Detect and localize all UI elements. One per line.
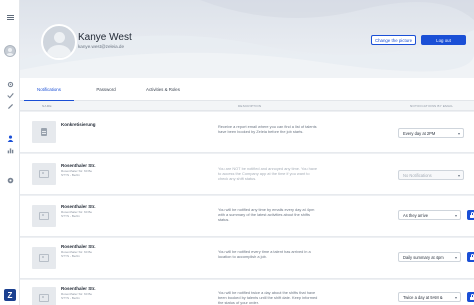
pencil-icon[interactable] [5,101,15,111]
row-subtitle: Rosenthaler Str. 60 Be STYS - Berlin [61,250,93,258]
image-placeholder-icon [32,287,56,305]
chart-icon[interactable] [5,145,15,155]
chevron-down-icon: ▾ [457,131,460,136]
tab-bar: Notifications Password Activities & Role… [20,78,474,101]
row-description: Receive a report email where you can fin… [218,124,317,134]
chevron-down-icon: ▾ [454,295,457,300]
table-row: Konkretisierung Receive a report email w… [20,112,474,153]
select-value: No Notifications [403,172,432,178]
document-icon [32,121,56,143]
tab-password[interactable]: Password [80,78,132,101]
column-header-name: NAME [42,104,52,108]
table-row: Rosenthaler Str. Rosenthaler Str. 60 Be … [20,280,474,305]
app-logo[interactable]: Z [4,289,16,301]
select-value: Daily summary at 4pm [403,254,444,260]
lock-button[interactable] [467,292,474,302]
check-icon[interactable] [5,90,15,100]
lock-icon [470,294,474,300]
row-description: You will be notified twice a day about t… [218,290,318,305]
row-title: Rosenthaler Str. [61,163,96,168]
image-placeholder-icon [32,163,56,185]
lock-button[interactable] [467,210,474,220]
row-title: Rosenthaler Str. [61,204,96,209]
lock-icon [470,254,474,260]
column-header-notifications: NOTIFICATIONS BY EMAIL [410,104,454,108]
app: Z Kanye West kanye.west@zeleia.de Change… [0,0,474,305]
row-subtitle: Rosenthaler Str. 60 Be STYS - Berlin [61,169,93,177]
person-icon[interactable] [5,133,15,143]
row-title: Rosenthaler Str. [61,286,96,291]
menu-icon[interactable] [5,12,15,22]
avatar[interactable] [4,45,16,57]
lock-icon [470,212,474,218]
notification-frequency-select[interactable]: Daily summary at 4pm ▾ [398,252,461,262]
row-subtitle: Rosenthaler Str. 60 Be STYS - Berlin [61,210,93,218]
row-subtitle: Rosenthaler Str. 60 Be STYS - Berlin [61,292,93,300]
change-picture-button[interactable]: Change the picture [371,35,416,45]
logo-letter: Z [7,290,13,300]
notification-frequency-select[interactable]: As they arrive ▾ [398,210,461,220]
notifications-table: NAME DESCRIPTION NOTIFICATIONS BY EMAIL … [20,101,474,305]
row-description: You are NOT be notified and annoyed any … [218,166,318,181]
sidebar: Z [0,0,20,305]
table-header: NAME DESCRIPTION NOTIFICATIONS BY EMAIL [20,101,474,111]
profile-avatar [41,24,77,60]
tab-activities-roles[interactable]: Activities & Roles [136,78,190,101]
tab-notifications[interactable]: Notifications [22,78,76,101]
notification-frequency-select[interactable]: Twice a day at 9AM & ▾ [398,292,461,302]
select-value: As they arrive [403,212,429,218]
image-placeholder-icon [32,247,56,269]
column-header-description: DESCRIPTION [238,104,262,108]
table-row: Rosenthaler Str. Rosenthaler Str. 60 Be … [20,196,474,237]
user-email: kanye.west@zeleia.de [78,44,125,49]
notification-frequency-select[interactable]: Every day at 2PM ▾ [398,128,464,138]
user-name: Kanye West [78,32,132,43]
row-title: Konkretisierung [61,122,96,127]
profile-header: Kanye West kanye.west@zeleia.de Change t… [20,0,474,78]
select-value: Twice a day at 9AM & [403,294,443,300]
row-title: Rosenthaler Str. [61,244,96,249]
chevron-down-icon: ▾ [454,213,457,218]
row-description: You will be notified any time by emails … [218,207,315,222]
settings-icon[interactable] [5,79,15,89]
row-description: You will be notified every time a talent… [218,249,311,259]
notification-frequency-select[interactable]: No Notifications ▾ [398,170,464,180]
select-value: Every day at 2PM [403,130,436,136]
logout-button[interactable]: Log out [421,35,466,45]
table-row: Rosenthaler Str. Rosenthaler Str. 60 Be … [20,238,474,279]
table-row: Rosenthaler Str. Rosenthaler Str. 60 Be … [20,154,474,195]
chevron-down-icon: ▾ [454,255,457,260]
help-icon[interactable] [5,175,15,185]
chevron-down-icon: ▾ [457,173,460,178]
image-placeholder-icon [32,205,56,227]
lock-button[interactable] [467,252,474,262]
